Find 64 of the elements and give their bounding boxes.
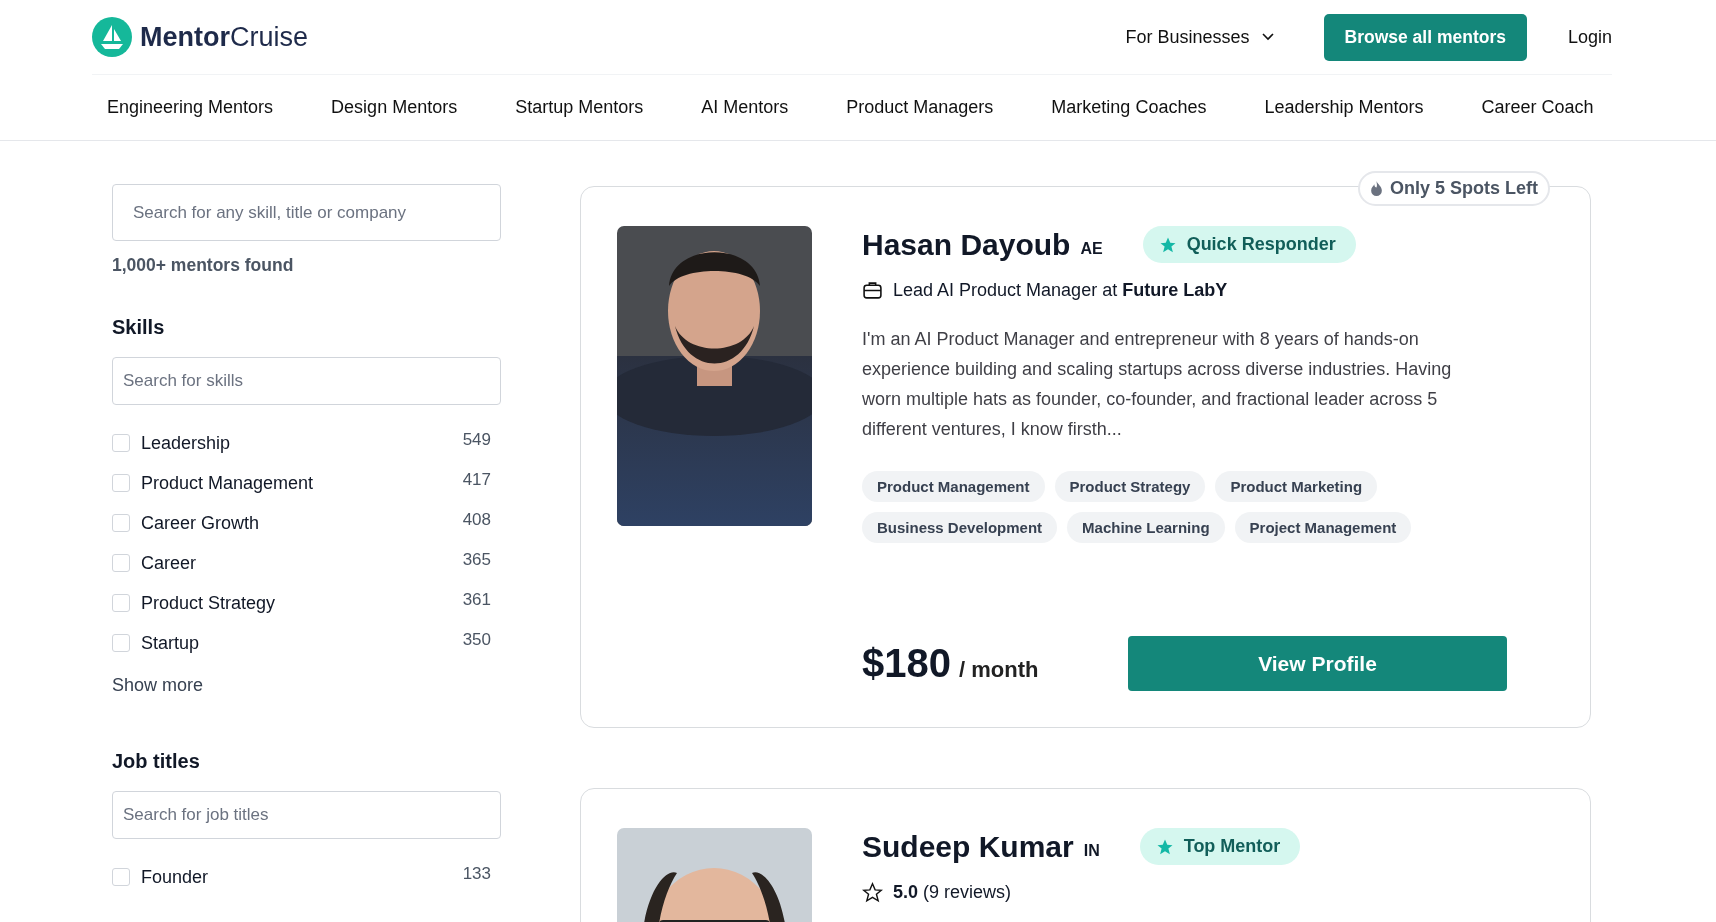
- filter-heading: Skills: [112, 316, 166, 339]
- filter-count: 549: [462, 430, 491, 450]
- filter-label[interactable]: Leadership: [141, 432, 463, 454]
- results-count: 1,000+ mentors found: [112, 255, 295, 276]
- country-code: AE: [1080, 239, 1103, 258]
- filter-search-field[interactable]: Search for job titles: [112, 791, 501, 839]
- checkbox[interactable]: [112, 554, 130, 572]
- skill-tag[interactable]: Product Marketing: [1215, 471, 1378, 502]
- login-link[interactable]: Login: [1567, 26, 1612, 48]
- category-link[interactable]: Leadership Mentors: [1264, 97, 1424, 118]
- category-link[interactable]: Design Mentors: [331, 97, 458, 118]
- rating-text: 5.0 (9 reviews): [893, 882, 1012, 903]
- badge-label: Quick Responder: [1186, 234, 1336, 255]
- filter-search-field[interactable]: Search for skills: [112, 357, 501, 405]
- category-link[interactable]: Engineering Mentors: [107, 97, 274, 118]
- filter-count: 361: [462, 590, 491, 610]
- star-outline-icon: [862, 882, 883, 903]
- country-code: IN: [1083, 841, 1100, 860]
- filter-heading: Job titles: [112, 750, 201, 773]
- chevron-down-icon: [1261, 33, 1274, 41]
- badge-label: Top Mentor: [1183, 836, 1281, 857]
- search-field[interactable]: Search for any skill, title or company: [112, 184, 501, 241]
- browse-mentors-button[interactable]: Browse all mentors: [1323, 13, 1527, 61]
- filter-label[interactable]: Startup: [141, 632, 463, 654]
- spots-text: Only 5 Spots Left: [1389, 178, 1538, 199]
- filter-label[interactable]: Career Growth: [141, 512, 463, 534]
- checkbox[interactable]: [112, 434, 130, 452]
- filter-count: 350: [462, 630, 491, 650]
- logo-icon: [92, 17, 132, 57]
- price-period: / month: [959, 657, 1039, 683]
- filter-count: 365: [462, 550, 491, 570]
- skill-tag[interactable]: Machine Learning: [1067, 512, 1225, 543]
- checkbox[interactable]: [112, 868, 130, 886]
- businesses-menu[interactable]: For Businesses: [1119, 25, 1280, 49]
- category-link[interactable]: Startup Mentors: [515, 97, 644, 118]
- checkbox[interactable]: [112, 474, 130, 492]
- view-profile-button[interactable]: View Profile: [1128, 636, 1507, 691]
- category-link[interactable]: AI Mentors: [701, 97, 789, 118]
- mentor-bio: I'm an AI Product Manager and entrepreneur with 8 years of hands-on experience building and scaling startups across diverse industries. Having worn multiple hats as founder, co-founder, and fractional leader across 5 different ventures, I know firsth...: [862, 328, 1453, 441]
- brand-name[interactable]: MentorCruise: [140, 21, 309, 53]
- filter-label[interactable]: Founder: [141, 866, 463, 888]
- show-more-link[interactable]: Show more: [112, 675, 501, 696]
- skill-tag[interactable]: Product Strategy: [1054, 471, 1206, 502]
- filter-label[interactable]: Career: [141, 552, 463, 574]
- checkbox[interactable]: [112, 514, 130, 532]
- price: $180: [862, 641, 951, 686]
- category-link[interactable]: Career Coach: [1481, 97, 1594, 118]
- flame-icon: [1369, 181, 1383, 196]
- mentor-name[interactable]: Sudeep Kumar: [862, 829, 1074, 864]
- job-title: Lead AI Product Manager at Future LabY: [893, 280, 1228, 301]
- skill-tag[interactable]: Project Management: [1234, 512, 1412, 543]
- checkbox[interactable]: [112, 594, 130, 612]
- filter-count: 417: [462, 470, 491, 490]
- filter-label[interactable]: Product Strategy: [141, 592, 463, 614]
- mentor-name[interactable]: Hasan Dayoub: [862, 227, 1071, 262]
- filter-count: 408: [462, 510, 491, 530]
- skill-tag[interactable]: Business Development: [862, 512, 1058, 543]
- filter-count: 133: [462, 864, 491, 884]
- checkbox[interactable]: [112, 634, 130, 652]
- category-link[interactable]: Marketing Coaches: [1051, 97, 1207, 118]
- category-link[interactable]: Product Managers: [846, 97, 994, 118]
- briefcase-icon: [862, 280, 883, 301]
- skill-tag[interactable]: Product Management: [862, 471, 1045, 502]
- filter-label[interactable]: Product Management: [141, 472, 463, 494]
